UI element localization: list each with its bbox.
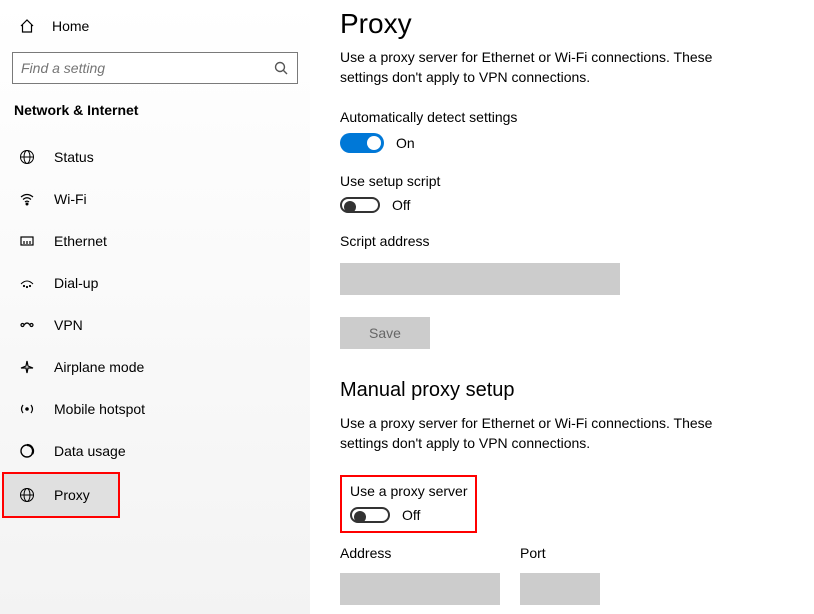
find-setting-search[interactable] <box>12 52 298 84</box>
proxy-port-input[interactable] <box>520 573 600 605</box>
home-icon <box>18 18 36 34</box>
sidebar-item-label: Ethernet <box>54 233 107 249</box>
main-content: Proxy Use a proxy server for Ethernet or… <box>310 0 814 614</box>
use-proxy-toggle[interactable] <box>350 507 390 523</box>
auto-detect-label: Automatically detect settings <box>340 109 784 125</box>
address-label: Address <box>340 545 500 561</box>
setup-script-label: Use setup script <box>340 173 784 189</box>
home-label: Home <box>52 18 89 34</box>
setup-script-toggle[interactable] <box>340 197 380 213</box>
port-label: Port <box>520 545 600 561</box>
save-button[interactable]: Save <box>340 317 430 349</box>
use-proxy-state: Off <box>402 507 420 523</box>
sidebar-section-title: Network & Internet <box>14 102 300 118</box>
use-proxy-label: Use a proxy server <box>350 483 467 499</box>
proxy-address-input[interactable] <box>340 573 500 605</box>
manual-proxy-heading: Manual proxy setup <box>340 379 784 402</box>
airplane-icon <box>18 359 36 375</box>
vpn-icon <box>18 317 36 333</box>
use-proxy-section: Use a proxy server Off <box>340 475 477 533</box>
page-title: Proxy <box>340 8 784 40</box>
auto-detect-state: On <box>396 135 415 151</box>
sidebar-item-data-usage[interactable]: Data usage <box>10 430 300 472</box>
sidebar-item-label: Status <box>54 149 94 165</box>
settings-sidebar: Home Network & Internet Status Wi-Fi <box>0 0 310 614</box>
sidebar-item-label: Data usage <box>54 443 126 459</box>
sidebar-item-hotspot[interactable]: Mobile hotspot <box>10 388 300 430</box>
sidebar-item-vpn[interactable]: VPN <box>10 304 300 346</box>
sidebar-item-status[interactable]: Status <box>10 136 300 178</box>
search-icon <box>273 60 289 76</box>
sidebar-item-label: Proxy <box>54 487 90 503</box>
script-address-input[interactable] <box>340 263 620 295</box>
sidebar-item-dialup[interactable]: Dial-up <box>10 262 300 304</box>
globe-icon <box>18 487 36 503</box>
script-address-label: Script address <box>340 233 784 249</box>
globe-icon <box>18 149 36 165</box>
sidebar-item-wifi[interactable]: Wi-Fi <box>10 178 300 220</box>
sidebar-item-label: Dial-up <box>54 275 98 291</box>
auto-detect-toggle[interactable] <box>340 133 384 153</box>
wifi-icon <box>18 191 36 207</box>
hotspot-icon <box>18 401 36 417</box>
data-usage-icon <box>18 443 36 459</box>
sidebar-item-label: Airplane mode <box>54 359 144 375</box>
sidebar-item-label: Wi-Fi <box>54 191 87 207</box>
setup-script-state: Off <box>392 197 410 213</box>
ethernet-icon <box>18 233 36 249</box>
search-input[interactable] <box>21 60 273 76</box>
manual-proxy-description: Use a proxy server for Ethernet or Wi-Fi… <box>340 414 760 453</box>
sidebar-item-label: VPN <box>54 317 83 333</box>
page-description: Use a proxy server for Ethernet or Wi-Fi… <box>340 48 760 87</box>
dialup-icon <box>18 275 36 291</box>
home-link[interactable]: Home <box>10 12 300 40</box>
sidebar-item-ethernet[interactable]: Ethernet <box>10 220 300 262</box>
sidebar-item-label: Mobile hotspot <box>54 401 145 417</box>
sidebar-item-proxy[interactable]: Proxy <box>2 472 120 518</box>
sidebar-item-airplane[interactable]: Airplane mode <box>10 346 300 388</box>
